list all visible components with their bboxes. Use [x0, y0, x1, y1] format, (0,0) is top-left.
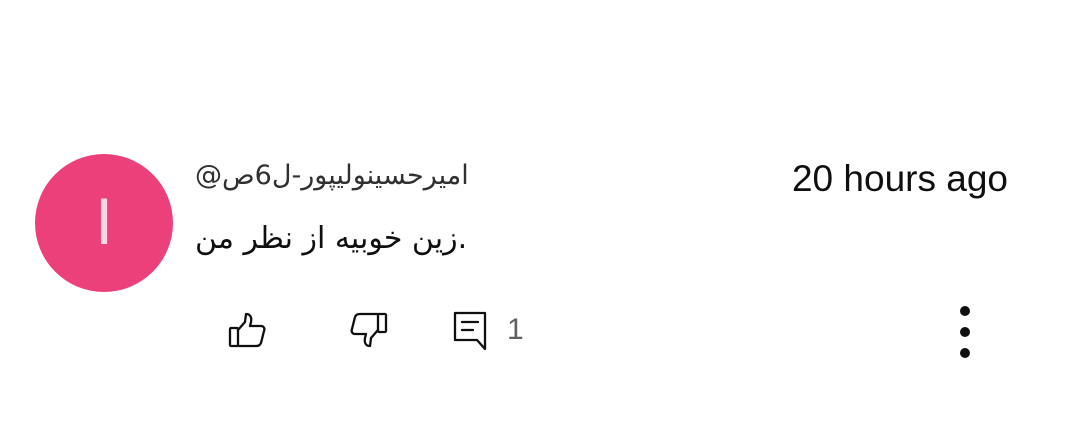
more-vertical-icon — [960, 306, 970, 316]
comment-timestamp: 20 hours ago — [791, 158, 1008, 199]
comment-item: I @امیرحسینولیپور-ل6ص 20 hours ago زین خ… — [0, 0, 1080, 428]
comment-icon — [453, 311, 487, 351]
more-options-button[interactable] — [948, 306, 982, 358]
thumb-down-icon — [350, 312, 388, 348]
thumb-up-icon — [228, 312, 266, 348]
avatar-letter: I — [94, 186, 114, 259]
reply-count: 1 — [507, 313, 524, 346]
more-vertical-icon-dot — [960, 348, 970, 358]
comment-author[interactable]: @امیرحسینولیپور-ل6ص — [195, 160, 469, 191]
avatar[interactable]: I — [35, 154, 173, 292]
reply-button[interactable]: 1 — [451, 309, 524, 351]
dislike-button[interactable] — [348, 310, 390, 350]
more-vertical-icon-dot — [960, 327, 970, 337]
like-button[interactable] — [226, 310, 268, 350]
comment-text: زین خوبیه از نظر من. — [195, 221, 468, 256]
